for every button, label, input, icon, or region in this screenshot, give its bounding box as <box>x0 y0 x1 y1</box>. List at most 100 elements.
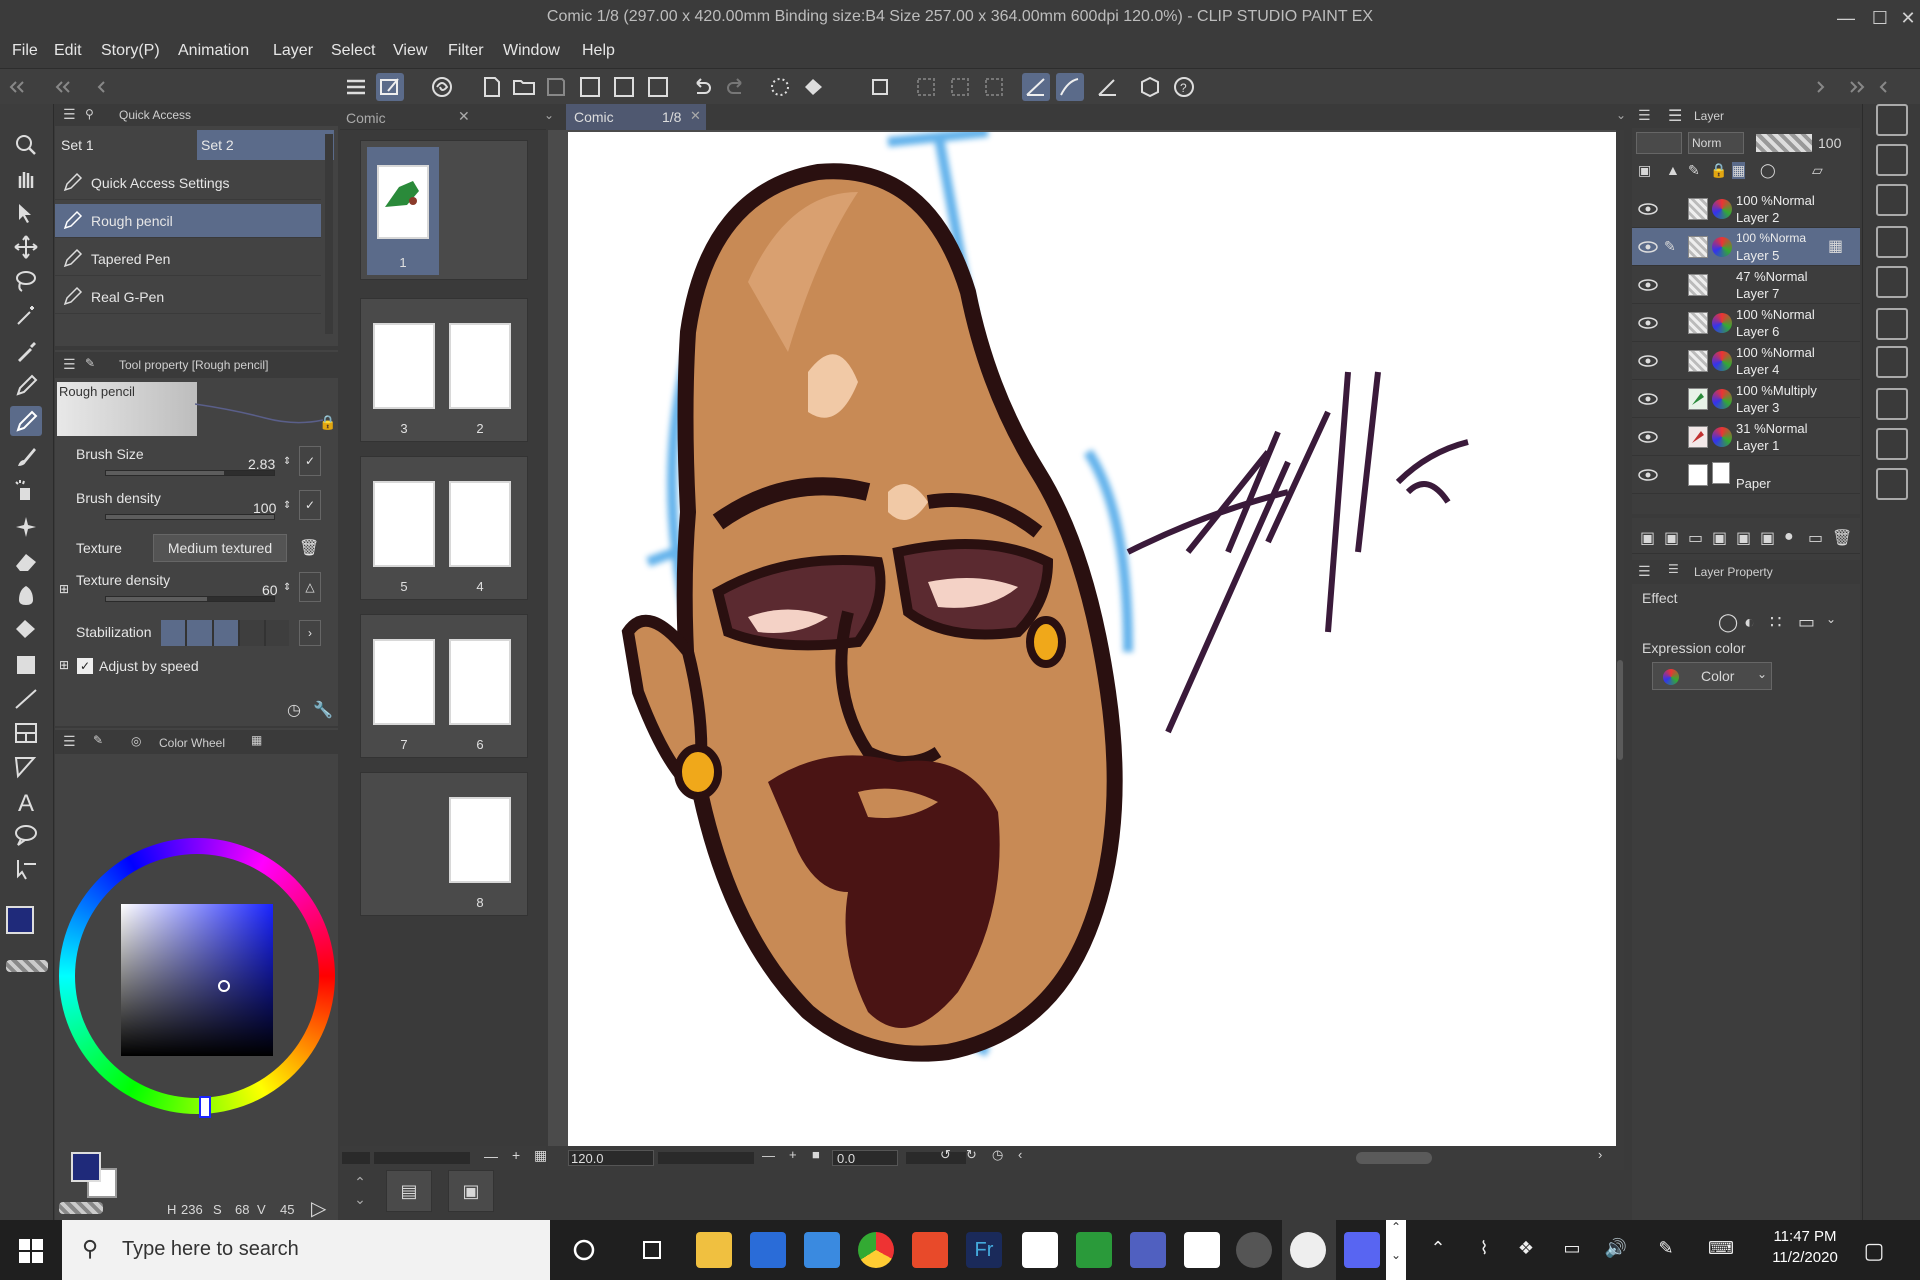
page-1-thumbnail[interactable] <box>377 165 429 239</box>
clock[interactable]: 11:47 PM 11/2/2020 <box>1760 1228 1850 1272</box>
export-png-icon[interactable] <box>610 73 638 101</box>
pen-icon[interactable]: ✎ <box>1654 1238 1678 1262</box>
pencil-icon[interactable] <box>10 406 42 436</box>
notifications-icon[interactable]: ▢ <box>1862 1238 1886 1263</box>
page-3-thumbnail[interactable] <box>373 323 435 409</box>
eye-icon[interactable] <box>1638 430 1658 444</box>
wifi-icon[interactable]: ⌇ <box>1472 1238 1496 1262</box>
hue-handle[interactable] <box>199 1096 211 1118</box>
cortana-icon[interactable] <box>566 1232 602 1268</box>
task-view-icon[interactable] <box>634 1232 670 1268</box>
3d-material-icon[interactable] <box>1876 428 1908 460</box>
rotate-right-icon[interactable]: ↻ <box>966 1147 977 1163</box>
chevron-down-icon[interactable]: ⌄ <box>544 108 554 122</box>
operation-icon[interactable] <box>10 198 42 228</box>
menu-story[interactable]: Story(P) <box>101 42 160 60</box>
windows-start-icon[interactable] <box>18 1238 44 1264</box>
zoom-icon[interactable] <box>10 130 42 160</box>
export-jpg-icon[interactable] <box>576 73 604 101</box>
sub-view-icon[interactable] <box>1876 144 1908 176</box>
menu-edit[interactable]: Edit <box>54 42 82 60</box>
close-icon[interactable]: ✕ <box>690 108 701 124</box>
pressure-toggle[interactable]: ✓ <box>299 490 321 520</box>
volume-icon[interactable]: 🔊 <box>1604 1238 1628 1262</box>
collapse-left-icon[interactable] <box>6 73 34 101</box>
chevron-left-icon[interactable] <box>1870 73 1898 101</box>
brush-density-slider[interactable] <box>105 514 275 520</box>
transfer-down-icon[interactable]: ▣ <box>1712 528 1727 548</box>
page-spread-8[interactable]: 8 <box>360 772 528 916</box>
quick-access-tapered-pen[interactable]: Tapered Pen <box>55 242 321 276</box>
color-picker-handle[interactable] <box>218 980 230 992</box>
text-icon[interactable]: A <box>10 786 42 817</box>
document-icon[interactable] <box>1184 1232 1220 1268</box>
zoom-field[interactable]: 120.0 <box>568 1150 654 1166</box>
mail-icon[interactable] <box>804 1232 840 1268</box>
show-more-apps-icon[interactable]: ⌃ ⌄ <box>1386 1220 1406 1280</box>
3d-icon[interactable] <box>1136 73 1164 101</box>
chevron-left-icon[interactable]: ‹ <box>1018 1147 1022 1162</box>
clip-icon[interactable]: ▣ <box>1638 162 1651 179</box>
eye-icon[interactable] <box>1638 316 1658 330</box>
stop-icon[interactable]: ■ <box>812 1147 820 1162</box>
fit-icon[interactable]: ▦ <box>534 1147 547 1164</box>
evernote-icon[interactable] <box>1076 1232 1112 1268</box>
maximize-button[interactable]: ☐ <box>1866 4 1894 32</box>
menu-help[interactable]: Help <box>582 42 615 60</box>
dots-effect-icon[interactable]: ∷ <box>1770 612 1781 633</box>
close-icon[interactable]: ✕ <box>458 108 470 125</box>
snap-special-ruler-icon[interactable] <box>1056 73 1084 101</box>
saturation-value-square[interactable] <box>121 904 273 1056</box>
frame-border-icon[interactable] <box>10 718 42 748</box>
delete-mask-icon[interactable]: ▭ <box>1808 528 1823 548</box>
layer-color-select[interactable] <box>1636 132 1682 154</box>
new-raster-layer-icon[interactable]: ▣ <box>1640 528 1655 548</box>
zoom-in-icon[interactable]: + <box>512 1147 520 1163</box>
taskbar-search[interactable]: ⚲ Type here to search <box>62 1220 550 1280</box>
trash-icon[interactable]: 🗑 <box>1832 528 1852 548</box>
eye-icon[interactable] <box>1638 468 1658 482</box>
clear-icon[interactable] <box>766 73 794 101</box>
deselect-icon[interactable] <box>912 73 940 101</box>
menu-animation[interactable]: Animation <box>178 42 249 60</box>
snap-ruler-icon[interactable] <box>1022 73 1050 101</box>
page-spread-4-5[interactable]: 5 4 <box>360 456 528 600</box>
layer-row[interactable]: Paper <box>1632 456 1860 494</box>
layer-row[interactable]: 100 %Normal Layer 4 <box>1632 342 1860 380</box>
layer-row[interactable]: 100 %Multiply Layer 3 <box>1632 380 1860 418</box>
story-settings-button[interactable]: ▣ <box>448 1170 494 1212</box>
brush-size-slider[interactable] <box>105 470 275 476</box>
transparent-color-swatch[interactable] <box>6 960 48 972</box>
canvas-tab[interactable]: Comic 1/8 ✕ <box>566 104 706 130</box>
undo-icon[interactable] <box>688 73 716 101</box>
layer-row[interactable]: 47 %Normal Layer 7 <box>1632 266 1860 304</box>
chevron-down-icon[interactable]: ⌄ <box>1826 612 1836 626</box>
brush-icon[interactable] <box>10 442 42 472</box>
save-icon[interactable] <box>542 73 570 101</box>
material-icon[interactable] <box>1876 346 1908 378</box>
opacity-value[interactable]: 100 <box>1818 135 1841 151</box>
page-7-thumbnail[interactable] <box>373 639 435 725</box>
item-bank-icon[interactable] <box>1876 308 1908 340</box>
merge-down-icon[interactable]: ▣ <box>1736 528 1751 548</box>
chevron-right-icon[interactable]: › <box>299 620 321 646</box>
quick-access-rough-pencil[interactable]: Rough pencil <box>55 204 321 238</box>
opacity-slider[interactable] <box>1756 134 1812 152</box>
reset-icon[interactable]: ◷ <box>287 700 301 720</box>
chrome-icon[interactable] <box>858 1232 894 1268</box>
zoom-slider[interactable] <box>658 1152 754 1164</box>
main-color-swatch[interactable] <box>71 1152 101 1182</box>
transparent-color-swatch[interactable] <box>59 1202 103 1214</box>
move-layer-icon[interactable] <box>10 232 42 262</box>
menu-file[interactable]: File <box>12 42 38 60</box>
zoom-out-icon[interactable]: — <box>762 1148 775 1163</box>
page-spread-6-7[interactable]: 7 6 <box>360 614 528 758</box>
reset-rotation-icon[interactable]: ◷ <box>992 1147 1003 1163</box>
blend-mode-select[interactable]: Norm <box>1688 132 1744 154</box>
transform-icon[interactable] <box>866 73 894 101</box>
lock-transparent-icon[interactable]: ▦ <box>1732 162 1746 179</box>
menu-icon[interactable]: ☰ <box>1638 107 1651 124</box>
fill-icon[interactable] <box>10 614 42 644</box>
keyboard-icon[interactable]: ⌨ <box>1708 1238 1734 1262</box>
invert-selection-icon[interactable] <box>946 73 974 101</box>
